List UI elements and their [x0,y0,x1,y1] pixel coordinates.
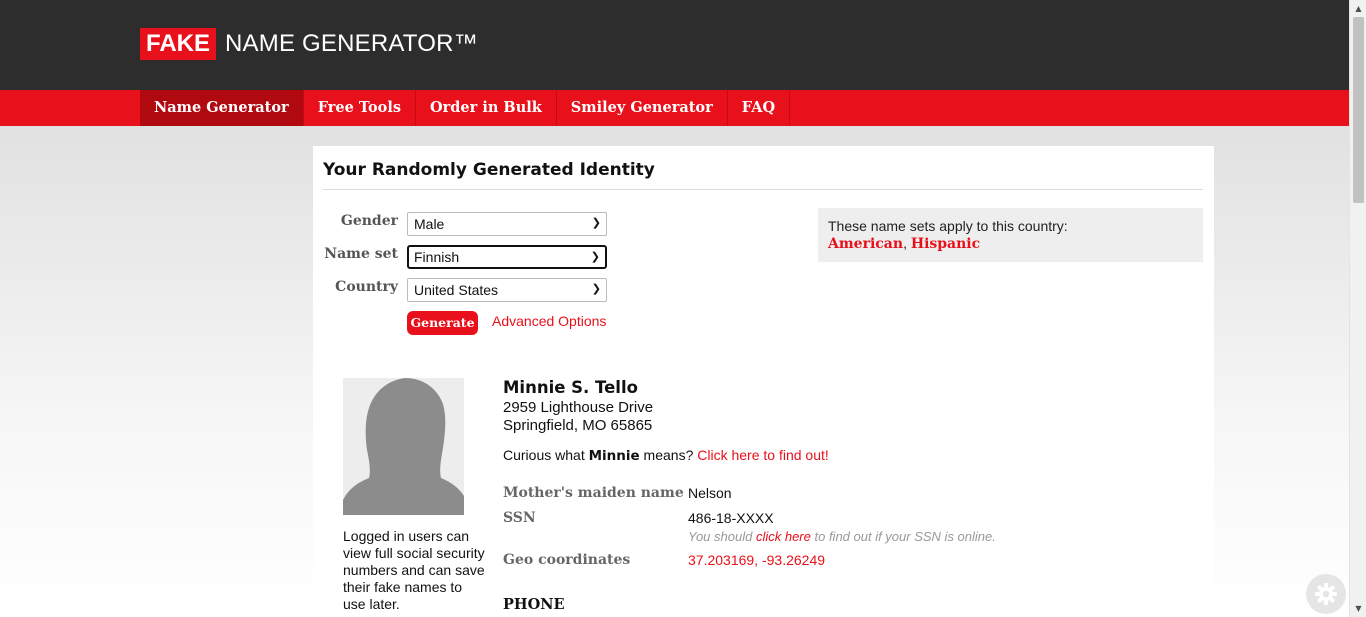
nav-item-name-generator[interactable]: Name Generator [140,90,304,126]
gender-select[interactable]: Male ❯ [407,212,607,236]
avatar [343,378,464,515]
ssn-hint-prefix: You should [688,529,756,544]
nameset-link-american[interactable]: American [828,236,903,252]
curious-prefix: Curious what [503,447,589,463]
person-silhouette-icon [343,378,464,515]
gear-icon [1315,583,1337,605]
main-nav: Name Generator Free Tools Order in Bulk … [0,90,1349,126]
page-title: Your Randomly Generated Identity [323,160,655,180]
address-line-2: Springfield, MO 65865 [503,417,653,434]
nav-item-free-tools[interactable]: Free Tools [304,90,417,126]
scrollbar-thumb[interactable] [1353,17,1364,203]
phone-section-heading: PHONE [503,596,565,613]
nameset-link-hispanic[interactable]: Hispanic [911,236,980,252]
note-text: These name sets apply to this country: [828,218,1068,234]
nameset-label: Name set [324,246,398,262]
identity-card: Your Randomly Generated Identity Gender … [313,146,1214,617]
site-logo[interactable]: FAKE NAME GENERATOR™ [140,28,478,60]
country-select-value: United States [414,282,499,298]
nav-item-smiley-generator[interactable]: Smiley Generator [557,90,728,126]
scroll-down-arrow-icon[interactable]: ▼ [1350,600,1366,617]
name-meaning-link[interactable]: Click here to find out! [697,447,829,463]
curious-suffix: means? [639,447,698,463]
ssn-value: 486-18-XXXX [688,510,774,526]
gender-select-value: Male [414,216,445,232]
ssn-check-link[interactable]: click here [756,529,811,544]
scroll-up-arrow-icon[interactable]: ▲ [1350,0,1366,17]
chevron-down-icon: ❯ [591,283,601,295]
note-sets: American, Hispanic [828,235,1193,252]
chevron-down-icon: ❯ [591,217,601,229]
logo-name-generator-text: NAME GENERATOR™ [225,30,478,57]
address-line-1: 2959 Lighthouse Drive [503,399,654,416]
generate-button[interactable]: Generate [407,311,478,335]
person-name: Minnie S. Tello [503,378,638,397]
geo-label: Geo coordinates [503,552,631,568]
settings-gear-button[interactable] [1306,574,1346,614]
nav-item-order-in-bulk[interactable]: Order in Bulk [416,90,557,126]
advanced-options-link[interactable]: Advanced Options [492,313,606,329]
ssn-hint-suffix: to find out if your SSN is online. [810,529,996,544]
gender-label: Gender [340,213,398,229]
nameset-select-value: Finnish [414,249,460,265]
title-divider [323,189,1203,190]
nav-item-faq[interactable]: FAQ [728,90,791,126]
maiden-name-label: Mother's maiden name [503,485,684,501]
nav-list: Name Generator Free Tools Order in Bulk … [140,90,791,126]
curious-first-name: Minnie [588,448,640,464]
ssn-hint: You should click here to find out if you… [688,529,996,544]
avatar-caption: Logged in users can view full social sec… [343,528,485,612]
country-namesets-note: These name sets apply to this country: A… [818,208,1203,262]
chevron-down-icon: ❯ [590,251,600,263]
logo-fake-text: FAKE [140,28,217,60]
note-separator: , [903,235,911,251]
site-header: FAKE NAME GENERATOR™ [0,0,1349,90]
name-meaning-line: Curious what Minnie means? Click here to… [503,447,829,464]
country-label: Country [335,279,398,295]
country-select[interactable]: United States ❯ [407,278,607,302]
vertical-scrollbar[interactable]: ▲ ▼ [1349,0,1366,617]
ssn-label: SSN [503,510,536,526]
nameset-select[interactable]: Finnish ❯ [407,245,607,269]
geo-coordinates-link[interactable]: 37.203169, -93.26249 [688,552,825,568]
maiden-name-value: Nelson [688,485,732,501]
